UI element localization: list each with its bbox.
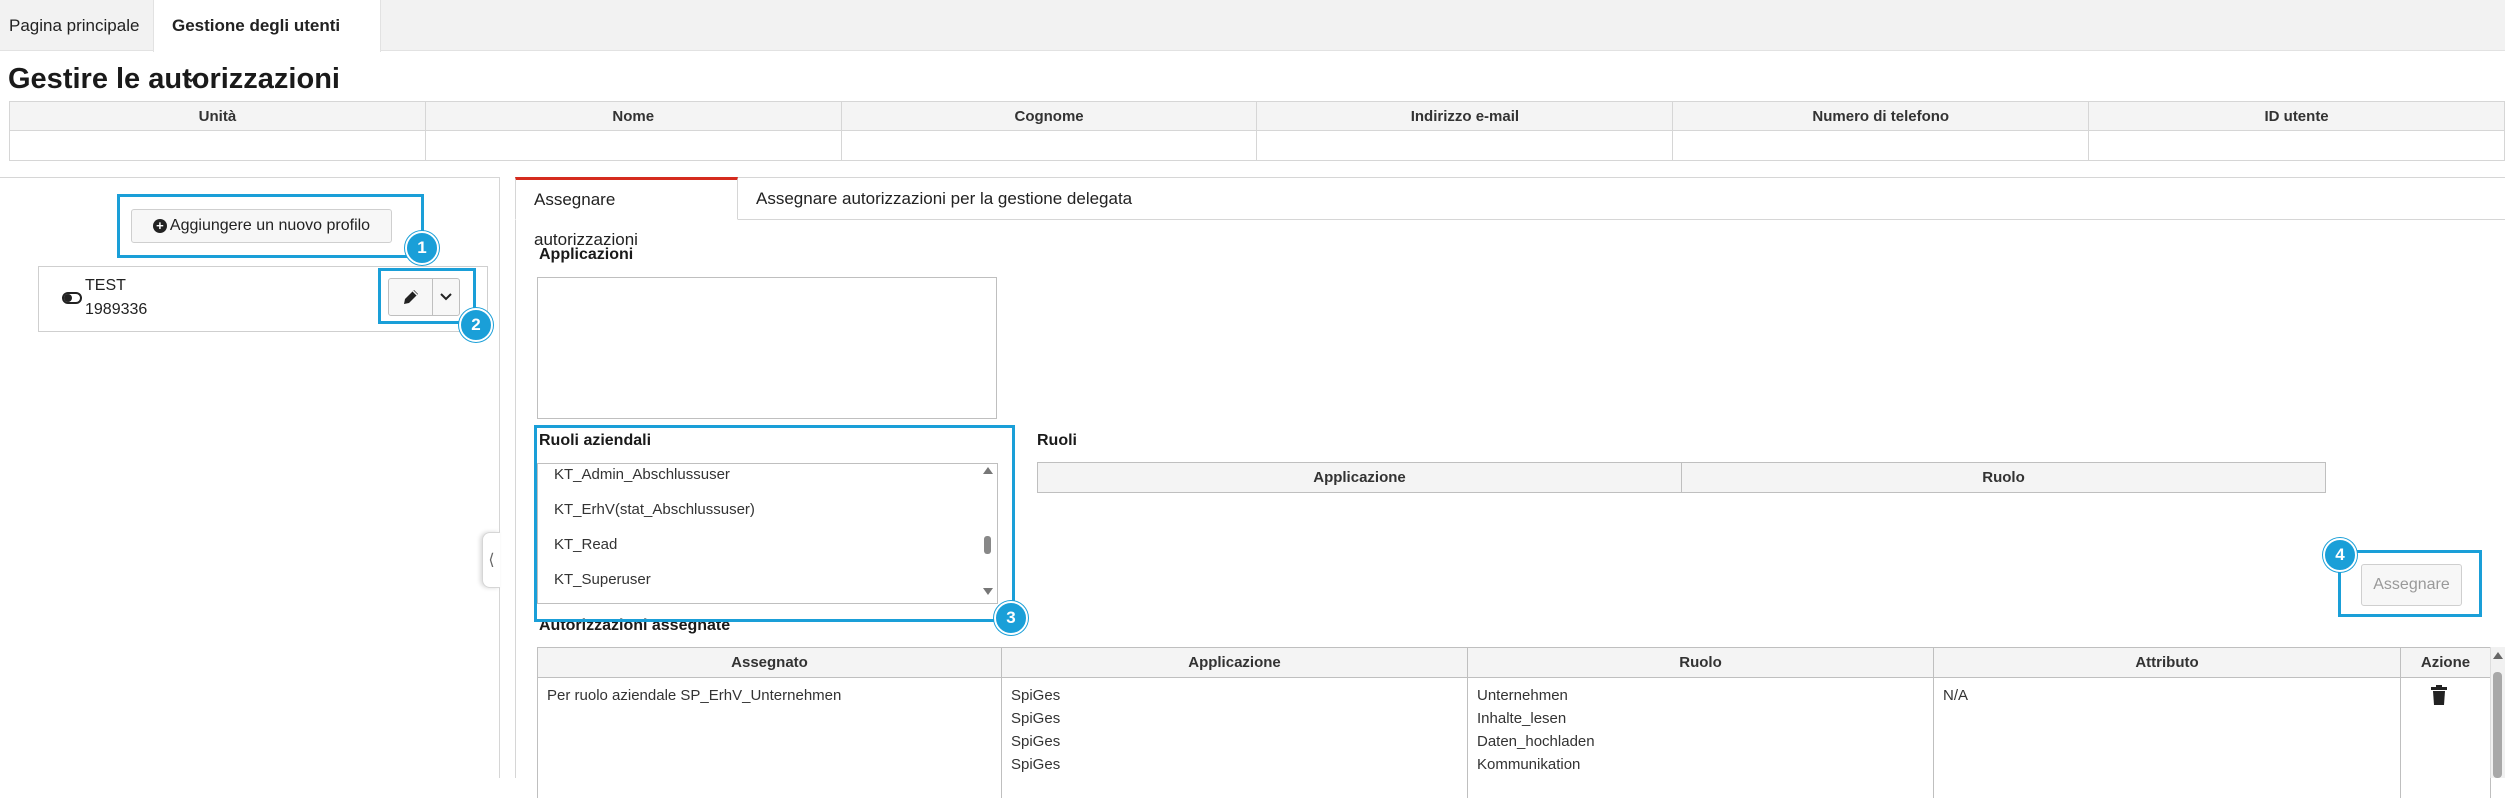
action-cell xyxy=(2400,677,2491,798)
role-cell: Unternehmen Inhalte_lesen Daten_hochlade… xyxy=(1467,677,1934,798)
roles-label: Ruoli xyxy=(1037,432,1077,449)
column-header-user-id: ID utente xyxy=(2088,101,2505,131)
assigned-cell: Per ruolo aziendale SP_ErhV_Unternehmen xyxy=(537,677,1002,798)
chevron-left-icon: ⟨ xyxy=(488,552,495,569)
tab-user-management-label: Gestione degli utenti xyxy=(172,16,341,35)
role-value: Kommunikation xyxy=(1477,756,1581,773)
trash-icon[interactable] xyxy=(2430,685,2448,712)
applications-label: Applicazioni xyxy=(539,246,634,263)
scrollbar-thumb[interactable] xyxy=(2493,672,2502,778)
application-value: SpiGes xyxy=(1011,733,1061,750)
callout-badge-4: 4 xyxy=(2323,538,2357,572)
column-header-role: Ruolo xyxy=(1681,462,2326,493)
collapse-panel-handle[interactable]: ⟨ xyxy=(482,532,500,588)
applications-listbox[interactable] xyxy=(537,277,997,419)
column-header-application: Applicazione xyxy=(1001,647,1468,678)
tab-user-management[interactable]: Gestione degli utenti xyxy=(153,0,381,83)
profile-id: 1989336 xyxy=(85,301,148,318)
callout-badge-2: 2 xyxy=(459,308,493,342)
user-info-table: Unità Nome Cognome Indirizzo e-mail Nume… xyxy=(9,101,2505,161)
role-value: Daten_hochladen xyxy=(1477,733,1595,750)
table-cell xyxy=(2088,130,2505,161)
roles-table: Applicazione Ruolo xyxy=(1037,462,2326,493)
page-title: Gestire le autorizzazioni xyxy=(8,63,340,95)
application-cell: SpiGes SpiGes SpiGes SpiGes xyxy=(1001,677,1468,798)
column-header-first-name: Nome xyxy=(424,101,842,131)
attribute-value: N/A xyxy=(1943,687,1969,704)
tab-assign-delegated-permissions[interactable]: Assegnare autorizzazioni per la gestione… xyxy=(738,177,1150,220)
column-header-last-name: Cognome xyxy=(840,101,1258,131)
column-header-attribute: Attributo xyxy=(1933,647,2401,678)
column-header-assigned: Assegnato xyxy=(537,647,1002,678)
assigned-permissions-table: Assegnato Applicazione Ruolo Attributo A… xyxy=(537,647,2491,798)
assigned-source: Per ruolo aziendale SP_ErhV_Unternehmen xyxy=(547,687,842,704)
tab-home[interactable]: Pagina principale xyxy=(0,0,153,51)
attribute-cell: N/A xyxy=(1933,677,2401,798)
callout-badge-3: 3 xyxy=(994,601,1028,635)
tab-assign-permissions[interactable]: Assegnare autorizzazioni xyxy=(515,177,738,249)
column-header-email: Indirizzo e-mail xyxy=(1256,101,1674,131)
profile-name: TEST xyxy=(85,277,126,294)
callout-highlight-4 xyxy=(2338,550,2482,617)
table-cell xyxy=(1672,130,2090,161)
role-value: Inhalte_lesen xyxy=(1477,710,1567,727)
table-row xyxy=(9,130,2505,161)
table-cell xyxy=(424,130,842,161)
tab-label: Assegnare autorizzazioni per la gestione… xyxy=(756,189,1133,208)
column-header-action: Azione xyxy=(2400,647,2491,678)
table-row: Per ruolo aziendale SP_ErhV_Unternehmen … xyxy=(537,677,2491,798)
table-cell xyxy=(840,130,1258,161)
tab-home-label: Pagina principale xyxy=(9,16,140,35)
table-cell xyxy=(1256,130,1674,161)
callout-badge-1: 1 xyxy=(405,231,439,265)
column-header-application: Applicazione xyxy=(1037,462,1682,493)
scroll-up-arrow[interactable] xyxy=(2493,652,2503,659)
table-cell xyxy=(9,130,426,161)
column-header-phone: Numero di telefono xyxy=(1672,101,2090,131)
callout-highlight-3 xyxy=(534,425,1015,622)
application-value: SpiGes xyxy=(1011,710,1061,727)
toggle-icon[interactable] xyxy=(62,292,82,304)
role-value: Unternehmen xyxy=(1477,687,1568,704)
column-header-unit: Unità xyxy=(9,101,426,131)
column-header-role: Ruolo xyxy=(1467,647,1934,678)
tab-label: Assegnare autorizzazioni xyxy=(534,190,638,249)
application-value: SpiGes xyxy=(1011,687,1061,704)
application-value: SpiGes xyxy=(1011,756,1061,773)
callout-highlight-1 xyxy=(117,194,424,258)
